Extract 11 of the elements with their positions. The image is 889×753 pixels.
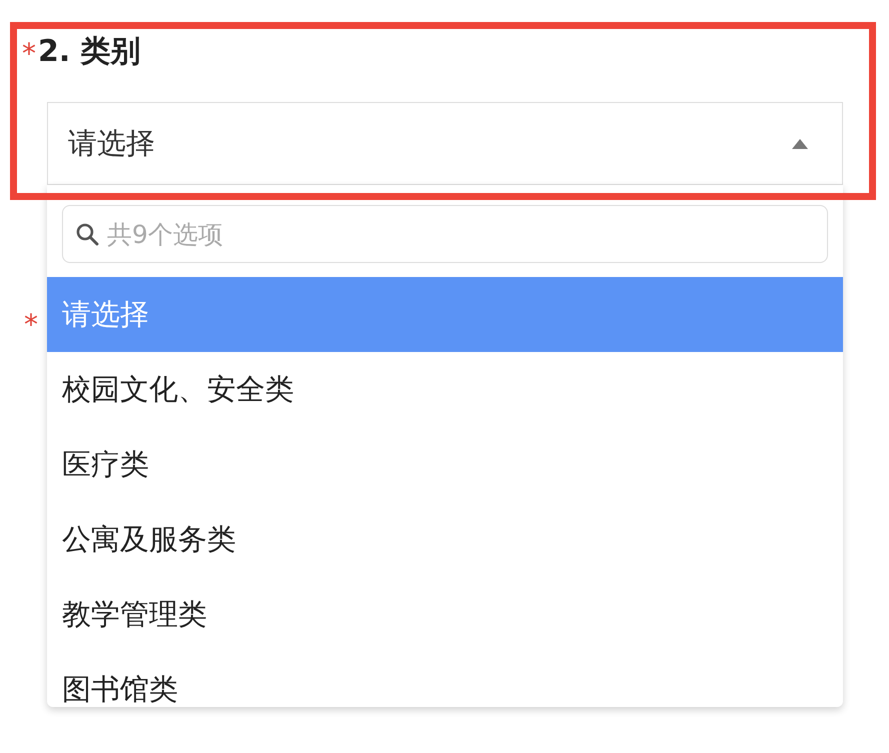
question-title: 2. 类别 <box>38 34 141 70</box>
dropdown-option[interactable]: 医疗类 <box>47 427 843 502</box>
dropdown-option[interactable]: 校园文化、安全类 <box>47 352 843 427</box>
required-asterisk: * <box>24 311 38 339</box>
category-select[interactable]: 请选择 <box>47 102 843 185</box>
dropdown-option[interactable]: 公寓及服务类 <box>47 502 843 577</box>
dropdown-option[interactable]: 图书馆类 <box>47 652 843 707</box>
caret-icon <box>792 138 808 148</box>
required-asterisk: * <box>22 40 36 68</box>
search-field[interactable]: 共9个选项 <box>62 205 828 263</box>
dropdown-option[interactable]: 教学管理类 <box>47 577 843 652</box>
